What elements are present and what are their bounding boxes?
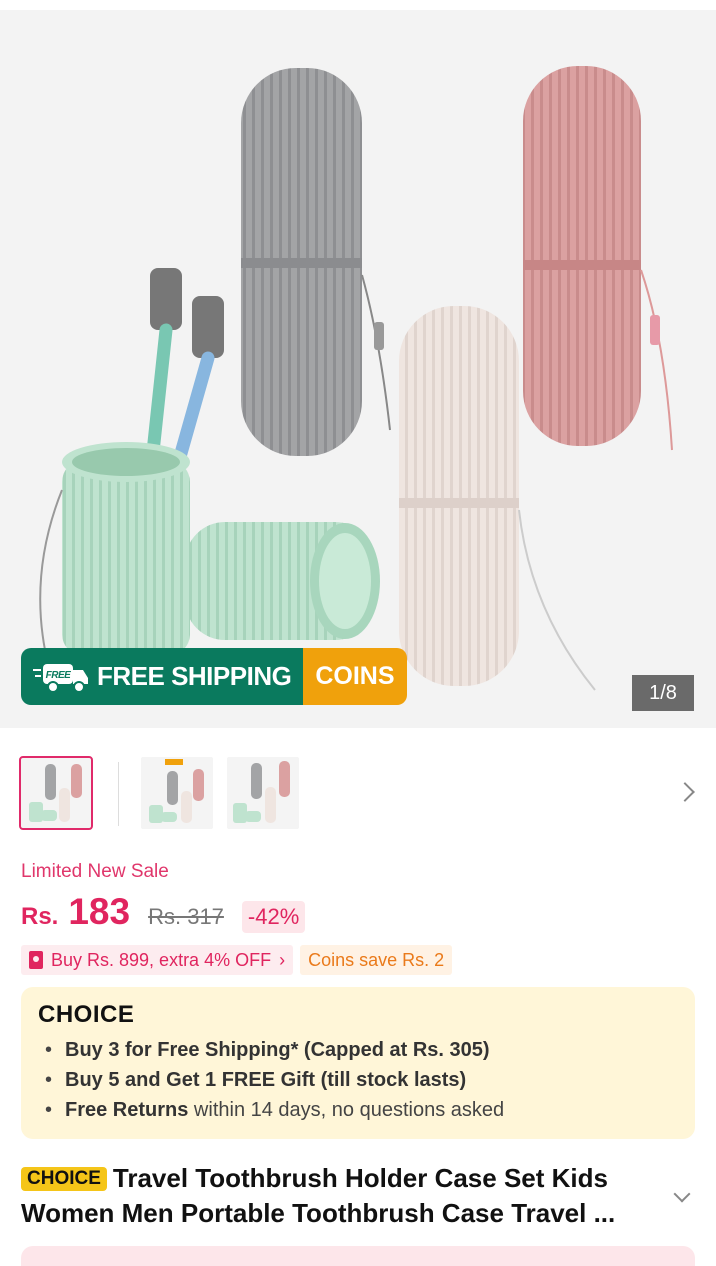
- coupon-promo-label: Buy Rs. 899, extra 4% OFF: [51, 949, 272, 970]
- choice-logo: CHOICE: [38, 1001, 135, 1028]
- current-price: 183: [68, 891, 131, 932]
- thumbnail-2[interactable]: [141, 757, 213, 829]
- benefit-bold: Buy 3 for Free Shipping* (Capped at Rs. …: [65, 1039, 490, 1061]
- thumbnail-image: [29, 764, 82, 822]
- coupon-promo[interactable]: Buy Rs. 899, extra 4% OFF ›: [21, 945, 294, 975]
- free-badge-text: FREE: [46, 670, 72, 681]
- thumbnail-strip: [19, 756, 696, 831]
- thumbnail-3[interactable]: [227, 757, 299, 829]
- chevron-right-icon: ›: [279, 949, 286, 970]
- thumbnail-divider: [118, 762, 119, 826]
- benefit-bold: Free Returns: [65, 1099, 189, 1121]
- product-photo: [39, 66, 673, 691]
- next-section-peek: [21, 1246, 695, 1266]
- benefit-bold: Buy 5 and Get 1 FREE Gift (till stock la…: [65, 1069, 467, 1091]
- discount-badge: -42%: [241, 901, 306, 933]
- coupon-icon: [29, 951, 43, 969]
- product-title-text: Travel Toothbrush Holder Case Set Kids W…: [21, 1163, 616, 1228]
- thumbnail-image: [233, 761, 290, 823]
- sale-label: Limited New Sale: [21, 861, 169, 882]
- free-shipping-banner: FREE FREE SHIPPING COINS: [21, 648, 407, 705]
- original-price: Rs. 317: [148, 904, 224, 929]
- free-shipping-label: FREE SHIPPING: [97, 661, 292, 691]
- coins-promo[interactable]: Coins save Rs. 2: [300, 945, 453, 975]
- coins-promo-label: Coins save Rs. 2: [308, 949, 445, 970]
- free-shipping-section: FREE FREE SHIPPING: [21, 648, 304, 705]
- list-item: Free Returns within 14 days, no question…: [45, 1095, 504, 1125]
- choice-benefits-box[interactable]: CHOICE Buy 3 for Free Shipping* (Capped …: [21, 987, 695, 1139]
- chevron-down-icon[interactable]: [673, 1185, 691, 1203]
- thumbnail-1[interactable]: [19, 756, 93, 830]
- chevron-right-icon[interactable]: [675, 782, 695, 802]
- price-currency: Rs.: [21, 903, 59, 930]
- choice-benefits-list: Buy 3 for Free Shipping* (Capped at Rs. …: [45, 1035, 504, 1125]
- coins-label: COINS: [315, 662, 395, 690]
- choice-badge: CHOICE: [21, 1167, 107, 1191]
- price-row: Rs. 183 Rs. 317 -42%: [21, 891, 306, 933]
- product-image[interactable]: [0, 10, 716, 728]
- thumbnail-image: [149, 759, 204, 823]
- image-counter: 1/8: [632, 675, 694, 711]
- product-title[interactable]: CHOICE Travel Toothbrush Holder Case Set …: [21, 1161, 661, 1231]
- benefit-text: within 14 days, no questions asked: [188, 1099, 505, 1121]
- promo-row: Buy Rs. 899, extra 4% OFF › Coins save R…: [21, 945, 453, 975]
- delivery-truck-icon: FREE: [33, 663, 88, 693]
- coins-section: COINS: [303, 648, 407, 705]
- list-item: Buy 5 and Get 1 FREE Gift (till stock la…: [45, 1065, 504, 1095]
- list-item: Buy 3 for Free Shipping* (Capped at Rs. …: [45, 1035, 504, 1065]
